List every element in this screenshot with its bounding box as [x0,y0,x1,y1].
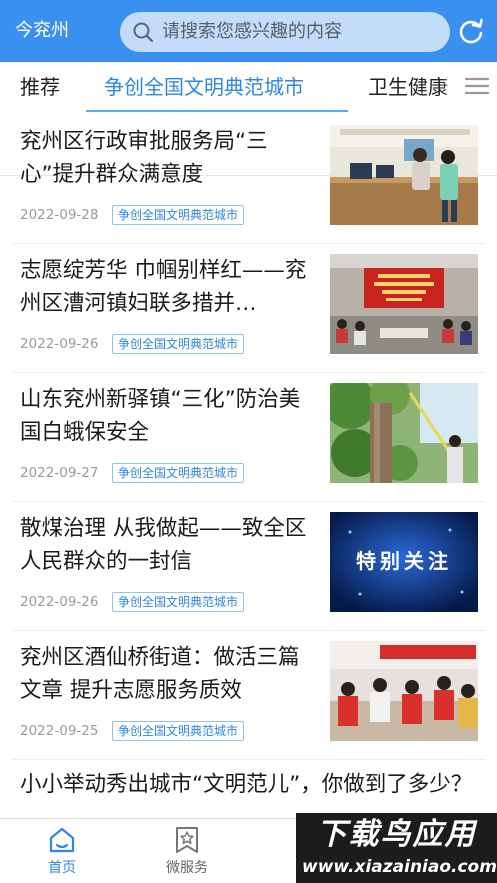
news-thumbnail[interactable] [330,383,478,483]
news-tag[interactable]: 争创全国文明典范城市 [112,463,245,483]
nav-home-label: 首页 [48,860,76,876]
news-thumbnail[interactable] [330,125,478,225]
home-icon [49,827,75,853]
watermark-logo: 下载鸟应用 www.xiazainiao.com [296,813,497,883]
tab-health[interactable]: 卫生健康 [368,73,448,101]
top-header: 今兖州 请搜索您感兴趣的内容 [0,0,497,62]
news-item[interactable]: 散煤治理 从我做起——致全区人民群众的一封信 2022-09-26 争创全国文明… [0,502,497,631]
menu-icon[interactable] [463,74,491,98]
nav-service-label: 微服务 [166,860,208,876]
watermark-url: www.xiazainiao.com [302,857,497,877]
news-tag[interactable]: 争创全国文明典范城市 [112,205,245,225]
category-tabs: 推荐 争创全国文明典范城市 卫生健康 [0,62,497,176]
star-badge-icon [176,827,198,853]
search-placeholder: 请搜索您感兴趣的内容 [162,21,342,42]
news-tag[interactable]: 争创全国文明典范城市 [112,721,245,741]
search-bar[interactable]: 请搜索您感兴趣的内容 [120,12,450,52]
refresh-icon[interactable] [457,17,485,45]
news-title[interactable]: 兖州区行政审批服务局“三心”提升群众满意度 [20,125,316,191]
special-attention-label: 特别关注 [356,549,452,573]
search-icon [133,22,154,43]
news-title[interactable]: 志愿绽芳华 巾帼别样红——兖州区漕河镇妇联多措并… [20,254,316,320]
news-tag[interactable]: 争创全国文明典范城市 [112,592,245,612]
news-item[interactable]: 山东兖州新驿镇“三化”防治美国白蛾保安全 2022-09-27 争创全国文明典范… [0,373,497,502]
news-item[interactable]: 志愿绽芳华 巾帼别样红——兖州区漕河镇妇联多措并… 2022-09-26 争创全… [0,244,497,373]
news-thumbnail[interactable]: 特别关注 [330,512,478,612]
news-title[interactable]: 散煤治理 从我做起——致全区人民群众的一封信 [20,512,316,578]
news-thumbnail[interactable] [330,254,478,354]
news-item[interactable]: 兖州区行政审批服务局“三心”提升群众满意度 2022-09-28 争创全国文明典… [0,115,497,244]
news-date: 2022-09-26 [20,336,99,352]
news-tag[interactable]: 争创全国文明典范城市 [112,334,245,354]
news-date: 2022-09-28 [20,207,99,223]
active-tab-indicator [86,110,348,112]
app-title[interactable]: 今兖州 [15,19,69,43]
news-title[interactable]: 山东兖州新驿镇“三化”防治美国白蛾保安全 [20,383,316,449]
news-date: 2022-09-25 [20,723,99,739]
news-thumbnail[interactable] [330,641,478,741]
news-date: 2022-09-26 [20,594,99,610]
news-title[interactable]: 兖州区酒仙桥街道：做活三篇文章 提升志愿服务质效 [20,641,316,707]
nav-micro-service[interactable]: 微服务 [137,819,237,883]
news-date: 2022-09-27 [20,465,99,481]
watermark-main: 下载鸟应用 [316,817,477,852]
news-item[interactable]: 兖州区酒仙桥街道：做活三篇文章 提升志愿服务质效 2022-09-25 争创全国… [0,631,497,760]
tab-recommend[interactable]: 推荐 [20,73,60,101]
nav-home[interactable]: 首页 [12,819,112,883]
news-title[interactable]: 小小举动秀出城市“文明范儿”，你做到了多少？ [20,768,490,801]
tab-civilization-city[interactable]: 争创全国文明典范城市 [104,73,304,101]
